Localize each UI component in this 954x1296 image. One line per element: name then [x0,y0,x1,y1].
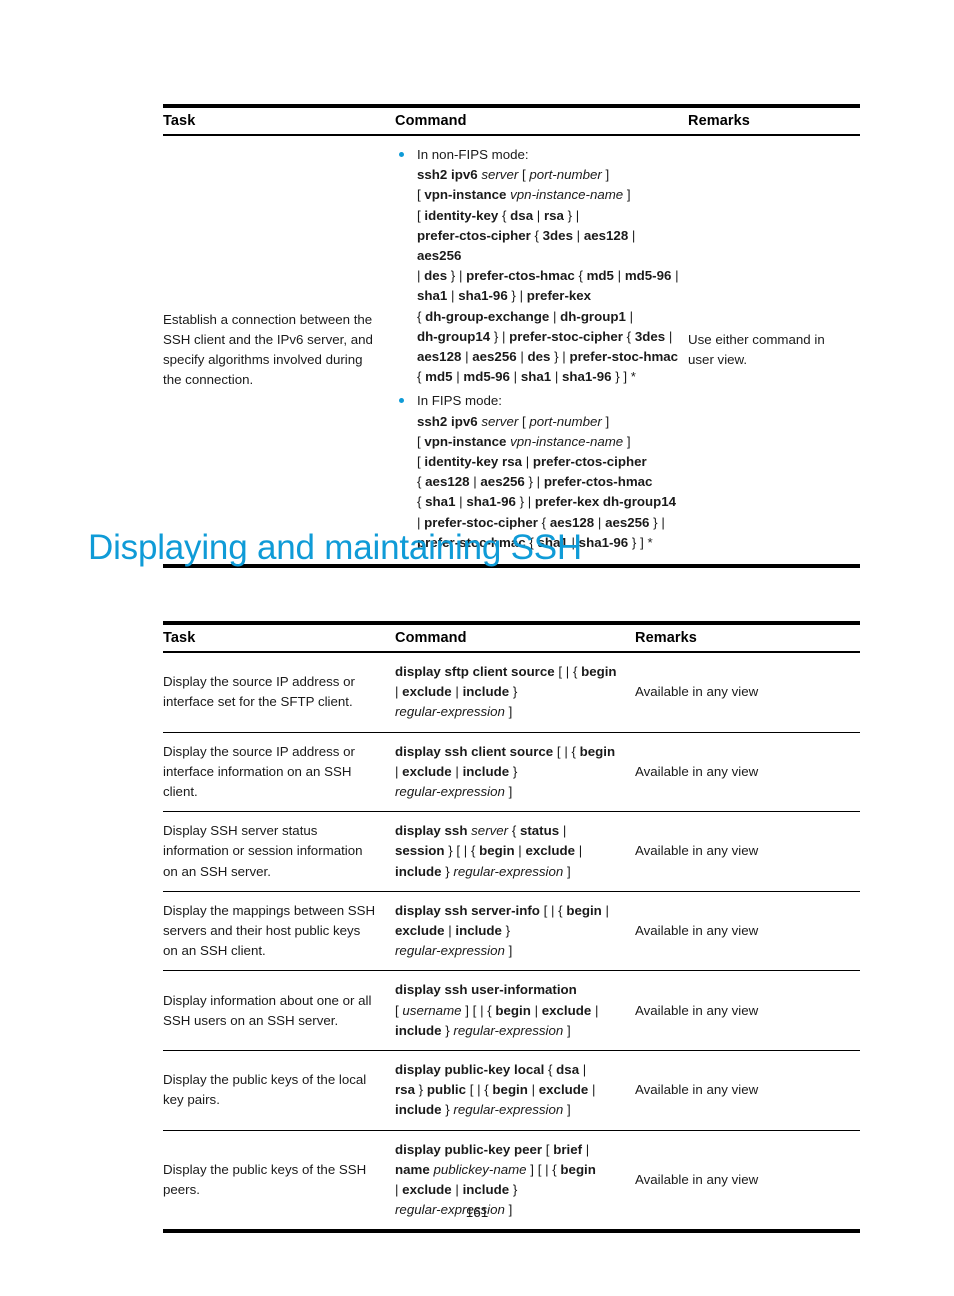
task-cell: Display the source IP address or interfa… [163,732,395,813]
table-bottom-rule [163,1229,860,1234]
command-syntax-line: display ssh server-info [ | { begin | [395,902,609,918]
remarks-cell: Available in any view [635,652,860,733]
displaying-maintaining-ssh-table: Task Command Remarks Display the source … [163,621,860,1234]
page-title: Displaying and maintaining SSH [88,528,582,567]
command-syntax-line: include } regular-expression ] [395,1102,571,1118]
task-cell: Display SSH server status information or… [163,811,395,892]
command-syntax-block: ssh2 ipv6 server [ port-number ] [ vpn-in… [417,165,682,387]
bullet-lead-text: In non-FIPS mode: [417,147,529,162]
command-cell: display public-key local { dsa | rsa } pu… [395,1050,635,1131]
command-syntax-line: display public-key local { dsa | [395,1062,587,1078]
column-header-command: Command [395,625,635,653]
command-syntax-line: include } regular-expression ] [395,863,571,879]
command-syntax-line: regular-expression ] [395,784,513,800]
command-cell: display ssh server { status | session } [… [395,811,635,892]
command-syntax-line: ssh2 ipv6 server [ port-number ] [417,167,610,183]
page-number: 161 [465,1205,489,1220]
command-syntax-line: | des } | prefer-ctos-hmac { md5 | md5-9… [417,268,679,284]
command-syntax-line: display ssh user-information [395,982,577,998]
command-syntax-line: ssh2 ipv6 server [ port-number ] [417,413,610,429]
remarks-cell: Available in any view [635,970,860,1052]
table-row: Establish a connection between the SSH c… [163,135,860,564]
command-syntax-line: display sftp client source [ | { begin [395,664,617,679]
command-syntax-line: display public-key peer [ brief | [395,1141,590,1157]
remarks-cell: Available in any view [635,811,860,892]
command-syntax-line: aes128 | aes256 | des } | prefer-stoc-hm… [417,349,679,365]
table-header-row: Task Command Remarks [163,108,860,136]
bullet-dot-icon [399,152,404,157]
bullet-lead-text: In FIPS mode: [417,393,502,409]
command-syntax-line: sha1 | sha1-96 } | prefer-kex [417,288,592,304]
command-bullet-item: In non-FIPS mode: ssh2 ipv6 server [ port… [395,145,682,387]
command-syntax-line: { sha1 | sha1-96 } | prefer-kex dh-group… [417,494,677,510]
command-syntax-line: prefer-ctos-cipher { 3des | aes128 | aes… [417,227,636,264]
task-cell: Display the mappings between SSH servers… [163,891,395,972]
ssh-ipv6-command-table: Task Command Remarks Establish a connect… [163,104,860,569]
task-cell: Display information about one or all SSH… [163,970,395,1052]
command-syntax-line: regular-expression ] [395,943,513,959]
table-row: Display the source IP address or interfa… [163,732,860,813]
command-cell: In non-FIPS mode: ssh2 ipv6 server [ port… [395,135,688,564]
column-header-remarks: Remarks [635,625,860,653]
command-syntax-line: [ vpn-instance vpn-instance-name ] [417,433,631,449]
command-syntax-line: [ vpn-instance vpn-instance-name ] [417,187,631,203]
command-syntax-line: dh-group14 } | prefer-stoc-cipher { 3des… [417,328,673,344]
document-page: Task Command Remarks Establish a connect… [0,0,954,1296]
column-header-remarks: Remarks [688,108,860,136]
remarks-cell: Available in any view [635,732,860,813]
table-row: Display the mappings between SSH servers… [163,891,860,972]
table-row: Display the public keys of the local key… [163,1050,860,1131]
column-header-task: Task [163,108,395,136]
table-row: Display the source IP address or interfa… [163,652,860,733]
command-syntax-line: | exclude | include } [395,684,518,700]
command-syntax-line: session } [ | { begin | exclude | [395,843,583,859]
task-cell: Display the public keys of the local key… [163,1050,395,1131]
command-syntax-line: { dh-group-exchange | dh-group1 | [417,308,634,324]
command-syntax-line: { md5 | md5-96 | sha1 | sha1-96 } ] * [417,369,636,385]
task-cell: Establish a connection between the SSH c… [163,311,373,388]
command-syntax-line: display ssh client source [ | { begin [395,743,616,759]
command-syntax-line: { aes128 | aes256 } | prefer-ctos-hmac [417,474,653,490]
column-header-task: Task [163,625,395,653]
command-syntax-line: [ identity-key { dsa | rsa } | [417,207,580,223]
command-syntax-line: name publickey-name ] [ | { begin [395,1161,596,1177]
table-row: Display information about one or all SSH… [163,970,860,1052]
table-header-row: Task Command Remarks [163,625,860,653]
command-syntax-line: rsa } public [ | { begin | exclude | [395,1082,596,1098]
command-syntax-line: include } regular-expression ] [395,1022,571,1038]
command-syntax-line: | exclude | include } [395,1182,518,1198]
column-header-command: Command [395,108,688,136]
command-bullet-list: In non-FIPS mode: ssh2 ipv6 server [ port… [395,145,682,553]
command-syntax-line: regular-expression ] [395,704,513,720]
command-syntax-line: [ identity-key rsa | prefer-ctos-cipher [417,454,647,470]
command-cell: display sftp client source [ | { begin | … [395,652,635,733]
command-syntax-line: display ssh server { status | [395,823,567,839]
command-syntax-line: exclude | include } [395,923,511,939]
command-cell: display ssh user-information [ username ]… [395,970,635,1052]
task-cell: Display the source IP address or interfa… [163,652,395,733]
remarks-cell: Use either command in user view. [688,331,825,368]
command-cell: display ssh client source [ | { begin | e… [395,732,635,813]
bullet-dot-icon [399,398,404,404]
remarks-cell: Available in any view [635,1050,860,1131]
command-syntax-line: | exclude | include } [395,763,518,779]
command-cell: display ssh server-info [ | { begin | exc… [395,891,635,972]
remarks-cell: Available in any view [635,891,860,972]
command-syntax-line: [ username ] [ | { begin | exclude | [395,1002,599,1018]
table-row: Display SSH server status information or… [163,811,860,892]
